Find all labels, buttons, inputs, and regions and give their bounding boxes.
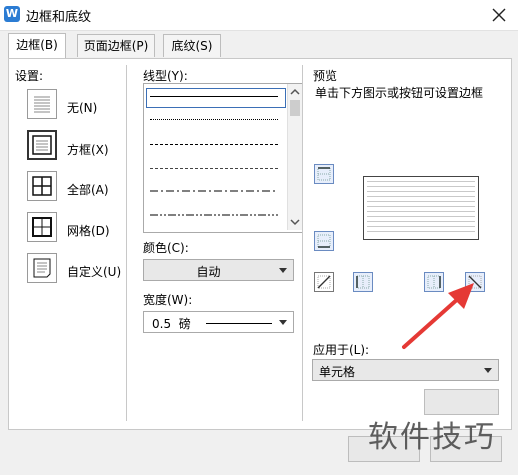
annotation-arrow-icon xyxy=(402,283,474,349)
tab-shading[interactable]: 底纹(S) xyxy=(163,34,221,57)
setting-none-icon[interactable] xyxy=(27,89,57,119)
setting-grid-label[interactable]: 网格(D) xyxy=(67,222,110,239)
line-style-dashed[interactable] xyxy=(150,144,278,145)
setting-box-icon[interactable] xyxy=(27,130,57,160)
bottom-border-button[interactable] xyxy=(314,231,334,251)
tab-border[interactable]: 边框(B) xyxy=(8,33,66,58)
left-border-button[interactable] xyxy=(353,272,373,292)
setting-all-label[interactable]: 全部(A) xyxy=(67,181,109,198)
tab-page-border[interactable]: 页面边框(P) xyxy=(77,34,155,57)
color-label: 颜色(C): xyxy=(143,241,189,255)
chevron-down-icon xyxy=(279,320,287,325)
line-style-dash-dot[interactable] xyxy=(150,190,278,194)
preview-hint: 单击下方图示或按钮可设置边框 xyxy=(315,86,484,100)
wps-app-icon: W xyxy=(4,6,20,22)
top-border-icon xyxy=(317,167,331,181)
setting-none-label[interactable]: 无(N) xyxy=(67,99,97,116)
width-label: 宽度(W): xyxy=(143,293,193,307)
border-tab-panel: 设置: 无(N) 方框(X) 全部(A) 网格(D) 自定义(U) 线型(Y):… xyxy=(8,58,512,430)
line-style-solid[interactable] xyxy=(150,96,278,97)
dialog-title: 边框和底纹 xyxy=(26,10,92,25)
setting-custom-icon[interactable] xyxy=(27,253,57,283)
border-preview[interactable] xyxy=(363,176,479,240)
close-icon[interactable] xyxy=(488,4,510,26)
setting-grid-icon[interactable] xyxy=(27,212,57,242)
line-style-dotted[interactable] xyxy=(150,119,278,120)
line-style-list[interactable] xyxy=(143,83,303,233)
diagonal-up-button[interactable] xyxy=(314,272,334,292)
chevron-down-icon xyxy=(279,268,287,273)
setting-all-icon[interactable] xyxy=(27,171,57,201)
watermark-text: 软件技巧 xyxy=(368,420,496,455)
scroll-up-icon[interactable] xyxy=(288,85,302,99)
apply-to-label: 应用于(L): xyxy=(313,343,370,357)
apply-to-dropdown[interactable]: 单元格 xyxy=(312,359,499,381)
width-dropdown[interactable]: 0.5 磅 xyxy=(143,311,294,333)
title-bar: W 边框和底纹 xyxy=(0,0,518,31)
diagonal-up-icon xyxy=(317,275,331,289)
color-dropdown[interactable]: 自动 xyxy=(143,259,294,281)
settings-heading: 设置: xyxy=(15,69,44,83)
line-style-heading: 线型(Y): xyxy=(143,69,188,83)
column-divider xyxy=(302,65,303,421)
setting-box-label[interactable]: 方框(X) xyxy=(67,141,109,158)
apply-to-value: 单元格 xyxy=(319,365,356,379)
line-style-scrollbar[interactable] xyxy=(287,84,302,230)
line-style-selected-highlight xyxy=(146,88,286,108)
bottom-border-icon xyxy=(317,234,331,248)
chevron-down-icon xyxy=(484,368,492,373)
width-value: 0.5 磅 xyxy=(152,317,191,331)
scroll-thumb[interactable] xyxy=(290,100,300,116)
preview-heading: 预览 xyxy=(313,69,338,83)
column-divider xyxy=(126,65,127,421)
left-border-icon xyxy=(356,275,370,289)
scroll-down-icon[interactable] xyxy=(288,215,302,229)
width-line-sample xyxy=(206,323,272,324)
line-style-dashed-short[interactable] xyxy=(150,168,278,169)
color-value: 自动 xyxy=(196,265,221,279)
line-style-dash-dot-dot[interactable] xyxy=(150,214,278,218)
top-border-button[interactable] xyxy=(314,164,334,184)
setting-custom-label[interactable]: 自定义(U) xyxy=(67,263,121,280)
